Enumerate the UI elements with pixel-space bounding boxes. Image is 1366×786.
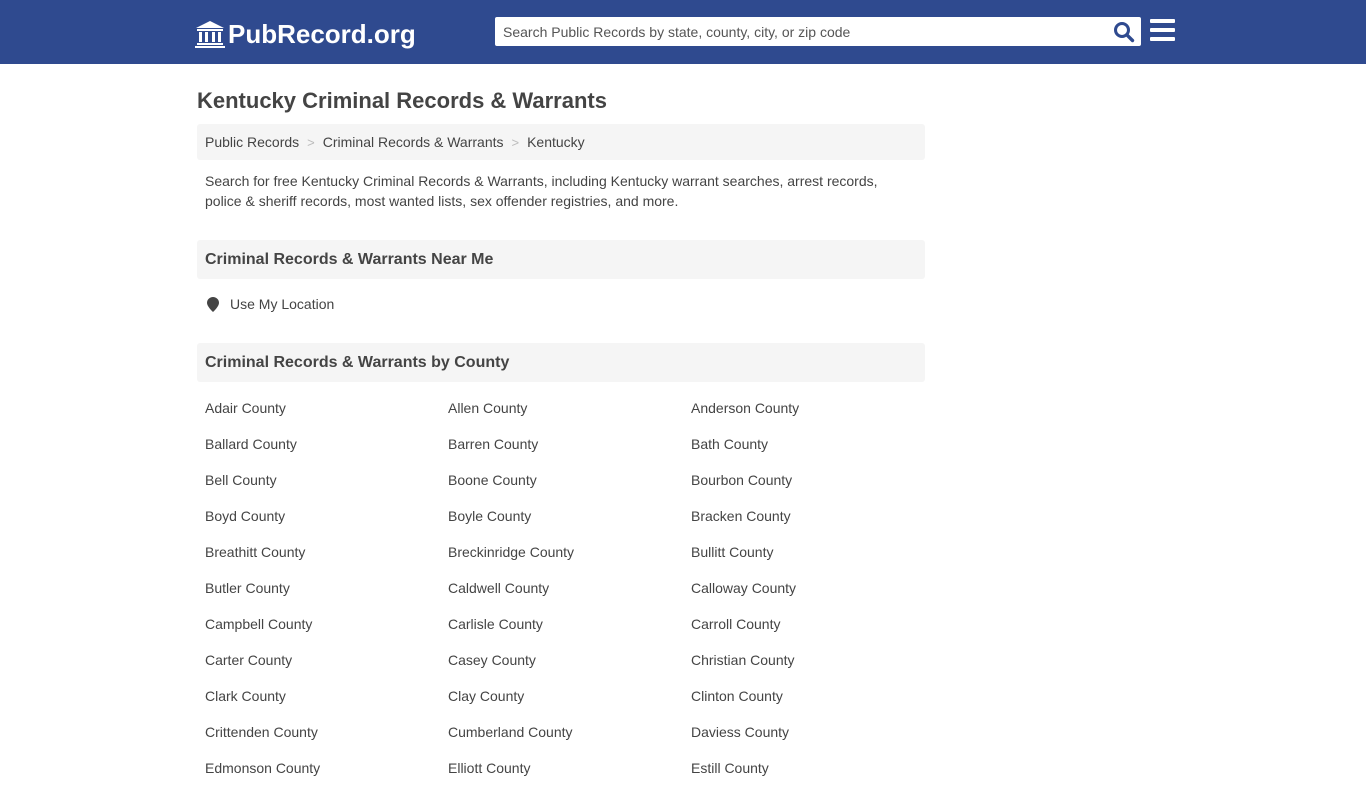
logo-text: PubRecord.org (228, 19, 416, 49)
county-link[interactable]: Carter County (205, 642, 448, 678)
county-link[interactable]: Boyd County (205, 498, 448, 534)
county-link[interactable]: Cumberland County (448, 714, 691, 750)
breadcrumb-public-records[interactable]: Public Records (205, 134, 299, 150)
county-link[interactable]: Breathitt County (205, 534, 448, 570)
county-link[interactable]: Carlisle County (448, 606, 691, 642)
search-input[interactable] (495, 17, 1105, 46)
county-link[interactable]: Christian County (691, 642, 933, 678)
use-my-location-link[interactable]: Use My Location (207, 296, 334, 312)
county-link[interactable]: Clark County (205, 678, 448, 714)
county-list: Adair County Allen County Anderson County B… (205, 390, 933, 786)
breadcrumb: Public Records > Criminal Records & Warr… (197, 124, 925, 160)
county-link[interactable]: Ballard County (205, 426, 448, 462)
search-icon (1114, 22, 1135, 43)
breadcrumb-kentucky[interactable]: Kentucky (527, 134, 585, 150)
county-link[interactable]: Caldwell County (448, 570, 691, 606)
county-link[interactable]: Calloway County (691, 570, 933, 606)
search-bar (495, 17, 1141, 46)
county-link[interactable]: Daviess County (691, 714, 933, 750)
county-link[interactable]: Adair County (205, 390, 448, 426)
county-link[interactable]: Casey County (448, 642, 691, 678)
county-link[interactable]: Estill County (691, 750, 933, 786)
county-link[interactable]: Carroll County (691, 606, 933, 642)
courthouse-icon (195, 21, 225, 48)
near-me-heading: Criminal Records & Warrants Near Me (197, 240, 925, 279)
county-link[interactable]: Clinton County (691, 678, 933, 714)
use-my-location-label: Use My Location (230, 296, 335, 312)
county-link[interactable]: Clay County (448, 678, 691, 714)
county-link[interactable]: Elliott County (448, 750, 691, 786)
county-link[interactable]: Bullitt County (691, 534, 933, 570)
county-link[interactable]: Butler County (205, 570, 448, 606)
county-link[interactable]: Allen County (448, 390, 691, 426)
county-link[interactable]: Boyle County (448, 498, 691, 534)
county-link[interactable]: Anderson County (691, 390, 933, 426)
site-logo[interactable]: PubRecord.org (195, 18, 416, 50)
by-county-heading: Criminal Records & Warrants by County (197, 343, 925, 382)
county-link[interactable]: Crittenden County (205, 714, 448, 750)
county-link[interactable]: Bracken County (691, 498, 933, 534)
menu-button[interactable] (1150, 19, 1176, 43)
county-link[interactable]: Edmonson County (205, 750, 448, 786)
county-link[interactable]: Campbell County (205, 606, 448, 642)
map-pin-icon (207, 296, 219, 312)
county-link[interactable]: Boone County (448, 462, 691, 498)
county-link[interactable]: Bath County (691, 426, 933, 462)
breadcrumb-separator: > (511, 134, 520, 150)
county-link[interactable]: Breckinridge County (448, 534, 691, 570)
site-header: PubRecord.org (0, 0, 1366, 64)
page-title: Kentucky Criminal Records & Warrants (197, 88, 607, 113)
county-link[interactable]: Bell County (205, 462, 448, 498)
county-link[interactable]: Barren County (448, 426, 691, 462)
search-button[interactable] (1113, 21, 1135, 43)
intro-text: Search for free Kentucky Criminal Record… (205, 173, 878, 209)
county-link[interactable]: Bourbon County (691, 462, 933, 498)
breadcrumb-separator: > (307, 134, 315, 150)
breadcrumb-criminal-records[interactable]: Criminal Records & Warrants (323, 134, 504, 150)
